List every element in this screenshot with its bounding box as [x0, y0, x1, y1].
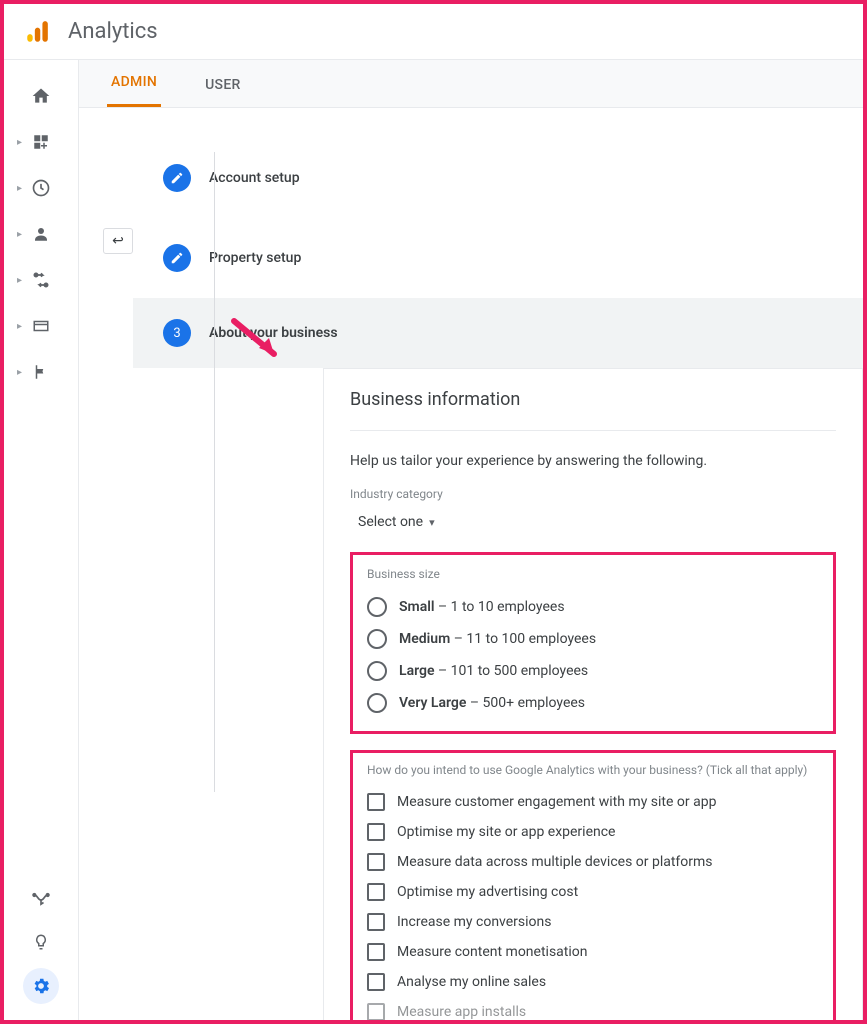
intent-check-0[interactable]: Measure customer engagement with my site…: [367, 787, 819, 817]
industry-category-select[interactable]: Select one: [350, 514, 435, 530]
business-size-box: Business size Small – 1 to 10 employees …: [350, 552, 836, 734]
tab-admin[interactable]: ADMIN: [107, 60, 161, 107]
person-icon[interactable]: [21, 218, 61, 250]
intent-check-4[interactable]: Increase my conversions: [367, 907, 819, 937]
checkbox-icon: [367, 883, 385, 901]
dashboard-icon[interactable]: [21, 126, 61, 158]
back-button[interactable]: ↩: [103, 228, 133, 254]
intent-check-5[interactable]: Measure content monetisation: [367, 937, 819, 967]
size-medium-radio[interactable]: Medium – 11 to 100 employees: [367, 623, 819, 655]
edit-icon: [163, 244, 191, 272]
admin-user-tabs: ADMIN USER: [79, 60, 863, 108]
step-label: Property setup: [209, 250, 301, 266]
radio-icon: [367, 693, 387, 713]
behavior-icon[interactable]: [21, 310, 61, 342]
discover-icon[interactable]: [21, 926, 61, 958]
step-number-badge: 3: [163, 319, 191, 347]
checkbox-icon: [367, 913, 385, 931]
flag-icon[interactable]: [21, 356, 61, 388]
checkbox-icon: [367, 823, 385, 841]
checkbox-icon: [367, 1003, 385, 1020]
intent-box: How do you intend to use Google Analytic…: [350, 750, 836, 1020]
size-very-large-radio[interactable]: Very Large – 500+ employees: [367, 687, 819, 719]
app-title: Analytics: [68, 19, 158, 44]
attribution-icon[interactable]: [21, 884, 61, 916]
left-sidebar: [4, 60, 79, 1020]
size-large-radio[interactable]: Large – 101 to 500 employees: [367, 655, 819, 687]
intent-check-1[interactable]: Optimise my site or app experience: [367, 817, 819, 847]
panel-title: Business information: [350, 389, 836, 431]
intent-label: How do you intend to use Google Analytic…: [367, 763, 819, 777]
radio-icon: [367, 597, 387, 617]
analytics-logo-icon: [24, 19, 50, 45]
intent-check-2[interactable]: Measure data across multiple devices or …: [367, 847, 819, 877]
intent-check-3[interactable]: Optimise my advertising cost: [367, 877, 819, 907]
business-info-panel: Business information Help us tailor your…: [323, 368, 863, 1020]
clock-icon[interactable]: [21, 172, 61, 204]
admin-gear-icon[interactable]: [23, 968, 59, 1004]
radio-icon: [367, 661, 387, 681]
stepper-rail: [214, 152, 215, 792]
help-text: Help us tailor your experience by answer…: [350, 453, 836, 469]
checkbox-icon: [367, 853, 385, 871]
intent-check-6[interactable]: Analyse my online sales: [367, 967, 819, 997]
radio-icon: [367, 629, 387, 649]
top-bar: Analytics: [4, 4, 863, 60]
step-account-setup[interactable]: Account setup: [163, 138, 863, 218]
industry-category-label: Industry category: [350, 487, 836, 501]
home-icon[interactable]: [21, 80, 61, 112]
edit-icon: [163, 164, 191, 192]
step-label: Account setup: [209, 170, 300, 186]
checkbox-icon: [367, 793, 385, 811]
conversions-icon[interactable]: [21, 264, 61, 296]
checkbox-icon: [367, 973, 385, 991]
tab-user[interactable]: USER: [201, 63, 245, 107]
checkbox-icon: [367, 943, 385, 961]
annotation-arrow-icon: [229, 316, 289, 366]
size-small-radio[interactable]: Small – 1 to 10 employees: [367, 591, 819, 623]
business-size-label: Business size: [367, 567, 819, 581]
intent-check-7[interactable]: Measure app installs: [367, 997, 819, 1020]
step-property-setup[interactable]: Property setup: [163, 218, 863, 298]
